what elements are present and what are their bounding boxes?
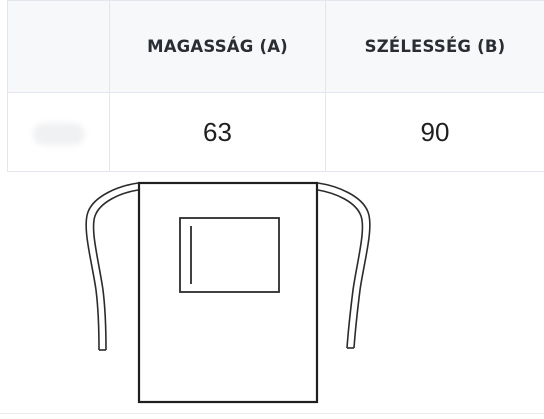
header-cell-height: MAGASSÁG (A) — [109, 0, 326, 93]
right-strap — [317, 182, 371, 349]
left-strap — [85, 182, 139, 351]
header-cell-empty — [7, 0, 110, 93]
row-label-cell — [7, 92, 110, 172]
bottom-divider — [0, 413, 544, 414]
header-cell-width: SZÉLESSÉG (B) — [325, 0, 544, 93]
size-table: MAGASSÁG (A) SZÉLESSÉG (B) 63 90 — [7, 0, 544, 172]
table-header-row: MAGASSÁG (A) SZÉLESSÉG (B) — [7, 0, 544, 93]
width-value-cell: 90 — [325, 92, 544, 172]
table-row: 63 90 — [7, 92, 544, 172]
left-strap-inner — [92, 189, 139, 351]
size-chart-page: MAGASSÁG (A) SZÉLESSÉG (B) 63 90 — [0, 0, 544, 419]
height-value-cell: 63 — [109, 92, 326, 172]
blurred-label — [32, 122, 85, 145]
apron-outline-icon — [85, 181, 371, 404]
